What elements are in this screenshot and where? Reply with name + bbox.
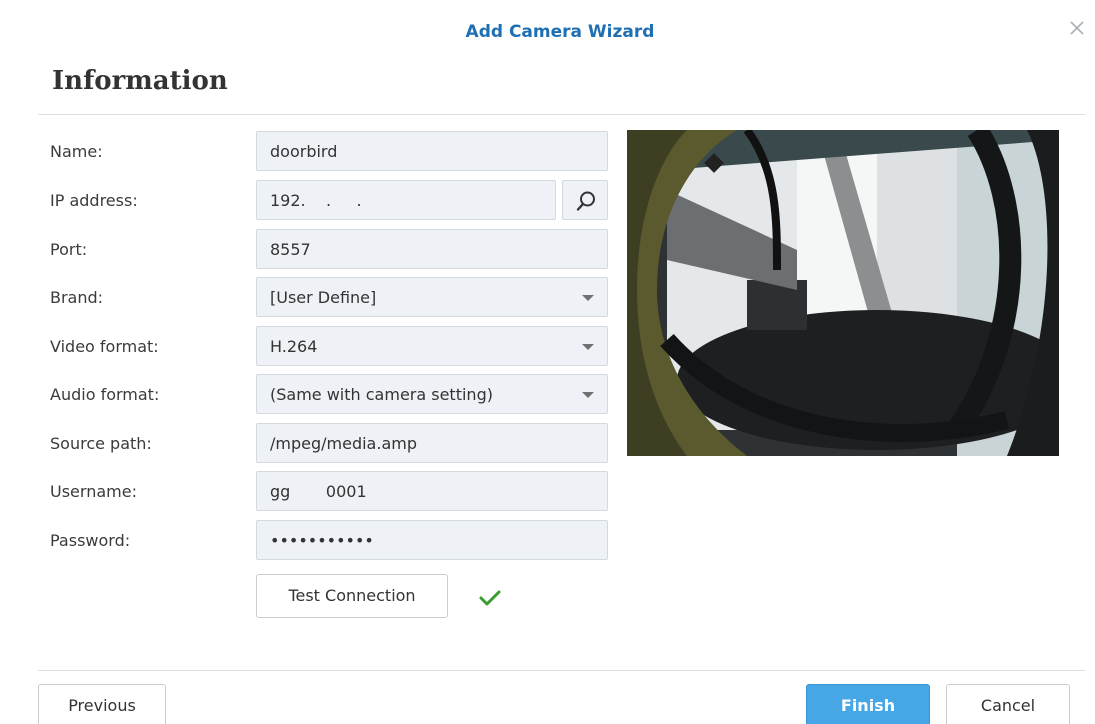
section-heading: Information — [52, 66, 228, 96]
checkmark-icon — [478, 588, 502, 608]
footer-divider — [38, 670, 1085, 671]
source-path-field[interactable]: /mpeg/media.amp — [256, 423, 608, 463]
brand-select[interactable]: [User Define] — [256, 277, 608, 317]
title-bar: Add Camera Wizard — [0, 0, 1095, 60]
brand-label: Brand: — [50, 288, 104, 307]
audio-format-label: Audio format: — [50, 385, 160, 404]
password-label: Password: — [50, 531, 131, 550]
finish-button[interactable]: Finish — [806, 684, 930, 724]
form-row-ip-address: IP address: 192. . . — [0, 180, 620, 222]
form-row-audio-format: Audio format: (Same with camera setting) — [0, 374, 620, 416]
search-camera-button[interactable] — [562, 180, 608, 220]
search-icon — [576, 191, 595, 211]
port-label: Port: — [50, 240, 88, 259]
password-field[interactable]: ••••••••••• — [256, 520, 608, 560]
form-row-video-format: Video format: H.264 — [0, 326, 620, 368]
dialog-title: Add Camera Wizard — [465, 22, 655, 42]
cancel-button[interactable]: Cancel — [946, 684, 1070, 724]
username-label: Username: — [50, 482, 137, 501]
close-icon[interactable] — [1067, 18, 1087, 38]
form-row-source-path: Source path: /mpeg/media.amp — [0, 423, 620, 465]
previous-button[interactable]: Previous — [38, 684, 166, 724]
form-row-name: Name: doorbird — [0, 131, 620, 173]
camera-preview — [627, 130, 1059, 456]
ip-address-label: IP address: — [50, 191, 138, 210]
video-format-label: Video format: — [50, 337, 159, 356]
divider — [38, 114, 1085, 115]
test-connection-button[interactable]: Test Connection — [256, 574, 448, 618]
name-field[interactable]: doorbird — [256, 131, 608, 171]
form-row-password: Password: ••••••••••• — [0, 520, 620, 562]
form-row-username: Username: gg 0001 — [0, 471, 620, 513]
form-row-port: Port: 8557 — [0, 229, 620, 271]
name-label: Name: — [50, 142, 103, 161]
source-path-label: Source path: — [50, 434, 152, 453]
username-field[interactable]: gg 0001 — [256, 471, 608, 511]
audio-format-select[interactable]: (Same with camera setting) — [256, 374, 608, 414]
form-row-brand: Brand: [User Define] — [0, 277, 620, 319]
port-field[interactable]: 8557 — [256, 229, 608, 269]
add-camera-wizard-dialog: Add Camera Wizard Information Name: door… — [0, 0, 1095, 724]
ip-address-field[interactable]: 192. . . — [256, 180, 556, 220]
video-format-select[interactable]: H.264 — [256, 326, 608, 366]
